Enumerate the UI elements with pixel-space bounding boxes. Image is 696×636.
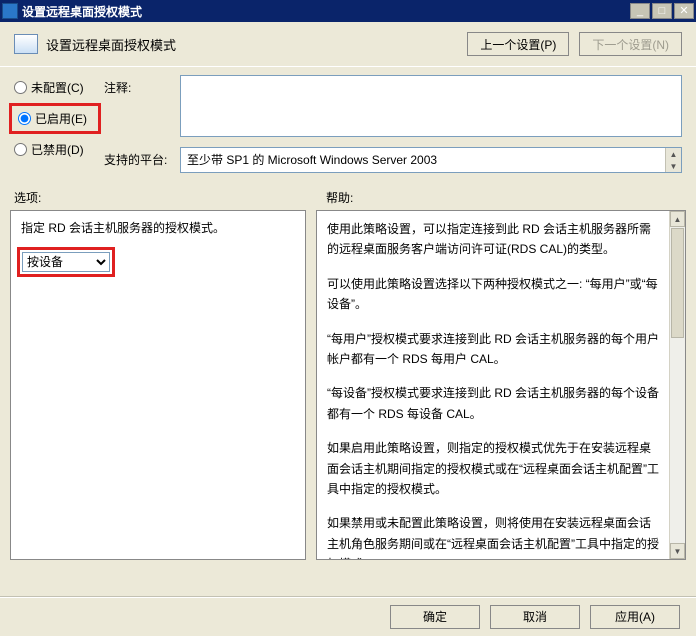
header-row: 设置远程桌面授权模式 上一个设置(P) 下一个设置(N) <box>0 22 696 62</box>
scroll-down-button[interactable]: ▼ <box>670 543 685 559</box>
options-pane: 指定 RD 会话主机服务器的授权模式。 按设备 按用户 <box>10 210 306 560</box>
help-label: 帮助: <box>326 189 353 206</box>
close-button[interactable]: ✕ <box>674 3 694 19</box>
help-scrollbar[interactable]: ▲ ▼ <box>669 211 685 559</box>
state-radio-group: 未配置(C) 已启用(E) 已禁用(D) <box>14 75 96 173</box>
scroll-thumb[interactable] <box>671 228 684 338</box>
platform-label: 支持的平台: <box>104 147 174 168</box>
footer-separator <box>0 597 696 598</box>
minimize-button[interactable]: _ <box>630 3 650 19</box>
radio-enabled-label: 已启用(E) <box>35 110 87 127</box>
footer: 确定 取消 应用(A) <box>0 596 696 636</box>
help-p6: 如果禁用或未配置此策略设置，则将使用在安装远程桌面会话主机角色服务期间或在“远程… <box>327 513 659 559</box>
options-intro: 指定 RD 会话主机服务器的授权模式。 <box>21 219 295 239</box>
window-buttons: _ □ ✕ <box>630 3 694 19</box>
radio-not-configured[interactable]: 未配置(C) <box>14 79 96 96</box>
previous-setting-button[interactable]: 上一个设置(P) <box>467 32 569 56</box>
annotation-textarea[interactable] <box>180 75 682 137</box>
help-p1: 使用此策略设置，可以指定连接到此 RD 会话主机服务器所需的远程桌面服务客户端访… <box>327 219 659 260</box>
policy-icon <box>14 34 38 54</box>
separator <box>0 66 696 67</box>
radio-disabled-input[interactable] <box>14 143 27 156</box>
section-labels: 选项: 帮助: <box>0 173 696 210</box>
licensing-mode-select[interactable]: 按设备 按用户 <box>22 252 110 272</box>
scroll-up-button[interactable]: ▲ <box>670 211 685 227</box>
platform-box: 至少带 SP1 的 Microsoft Windows Server 2003 … <box>180 147 682 173</box>
annotation-row: 注释: <box>104 75 682 137</box>
highlight-enabled: 已启用(E) <box>14 108 96 129</box>
help-p5: 如果启用此策略设置，则指定的授权模式优先于在安装远程桌面会话主机期间指定的授权模… <box>327 438 659 499</box>
help-p2: 可以使用此策略设置选择以下两种授权模式之一: “每用户”或“每设备”。 <box>327 274 659 315</box>
header-title: 设置远程桌面授权模式 <box>46 35 459 54</box>
radio-not-configured-label: 未配置(C) <box>31 79 84 96</box>
app-icon <box>2 3 18 19</box>
maximize-button[interactable]: □ <box>652 3 672 19</box>
options-label: 选项: <box>14 189 326 206</box>
radio-disabled-label: 已禁用(D) <box>31 141 84 158</box>
platform-row: 支持的平台: 至少带 SP1 的 Microsoft Windows Serve… <box>104 147 682 173</box>
radio-enabled[interactable]: 已启用(E) <box>18 110 92 127</box>
radio-disabled[interactable]: 已禁用(D) <box>14 141 96 158</box>
apply-button[interactable]: 应用(A) <box>590 605 680 629</box>
help-pane: 使用此策略设置，可以指定连接到此 RD 会话主机服务器所需的远程桌面服务客户端访… <box>316 210 686 560</box>
next-setting-button: 下一个设置(N) <box>579 32 682 56</box>
help-p4: “每设备”授权模式要求连接到此 RD 会话主机服务器的每个设备都有一个 RDS … <box>327 383 659 424</box>
radio-enabled-input[interactable] <box>18 112 31 125</box>
ok-button[interactable]: 确定 <box>390 605 480 629</box>
scroll-up-icon[interactable]: ▲ <box>666 148 681 160</box>
help-p3: “每用户”授权模式要求连接到此 RD 会话主机服务器的每个用户帐户都有一个 RD… <box>327 329 659 370</box>
annotation-label: 注释: <box>104 75 174 96</box>
window-title: 设置远程桌面授权模式 <box>22 3 630 20</box>
platform-scrollbar[interactable]: ▲ ▼ <box>665 148 681 172</box>
fields-column: 注释: 支持的平台: 至少带 SP1 的 Microsoft Windows S… <box>104 75 682 173</box>
help-content: 使用此策略设置，可以指定连接到此 RD 会话主机服务器所需的远程桌面服务客户端访… <box>317 211 669 559</box>
platform-value: 至少带 SP1 的 Microsoft Windows Server 2003 <box>187 153 437 167</box>
cancel-button[interactable]: 取消 <box>490 605 580 629</box>
radio-not-configured-input[interactable] <box>14 81 27 94</box>
scroll-down-icon[interactable]: ▼ <box>666 160 681 172</box>
title-bar: 设置远程桌面授权模式 _ □ ✕ <box>0 0 696 22</box>
config-area: 未配置(C) 已启用(E) 已禁用(D) 注释: 支持的平台: 至少带 SP1 … <box>0 75 696 173</box>
panes: 指定 RD 会话主机服务器的授权模式。 按设备 按用户 使用此策略设置，可以指定… <box>0 210 696 560</box>
highlight-combo: 按设备 按用户 <box>21 251 111 273</box>
